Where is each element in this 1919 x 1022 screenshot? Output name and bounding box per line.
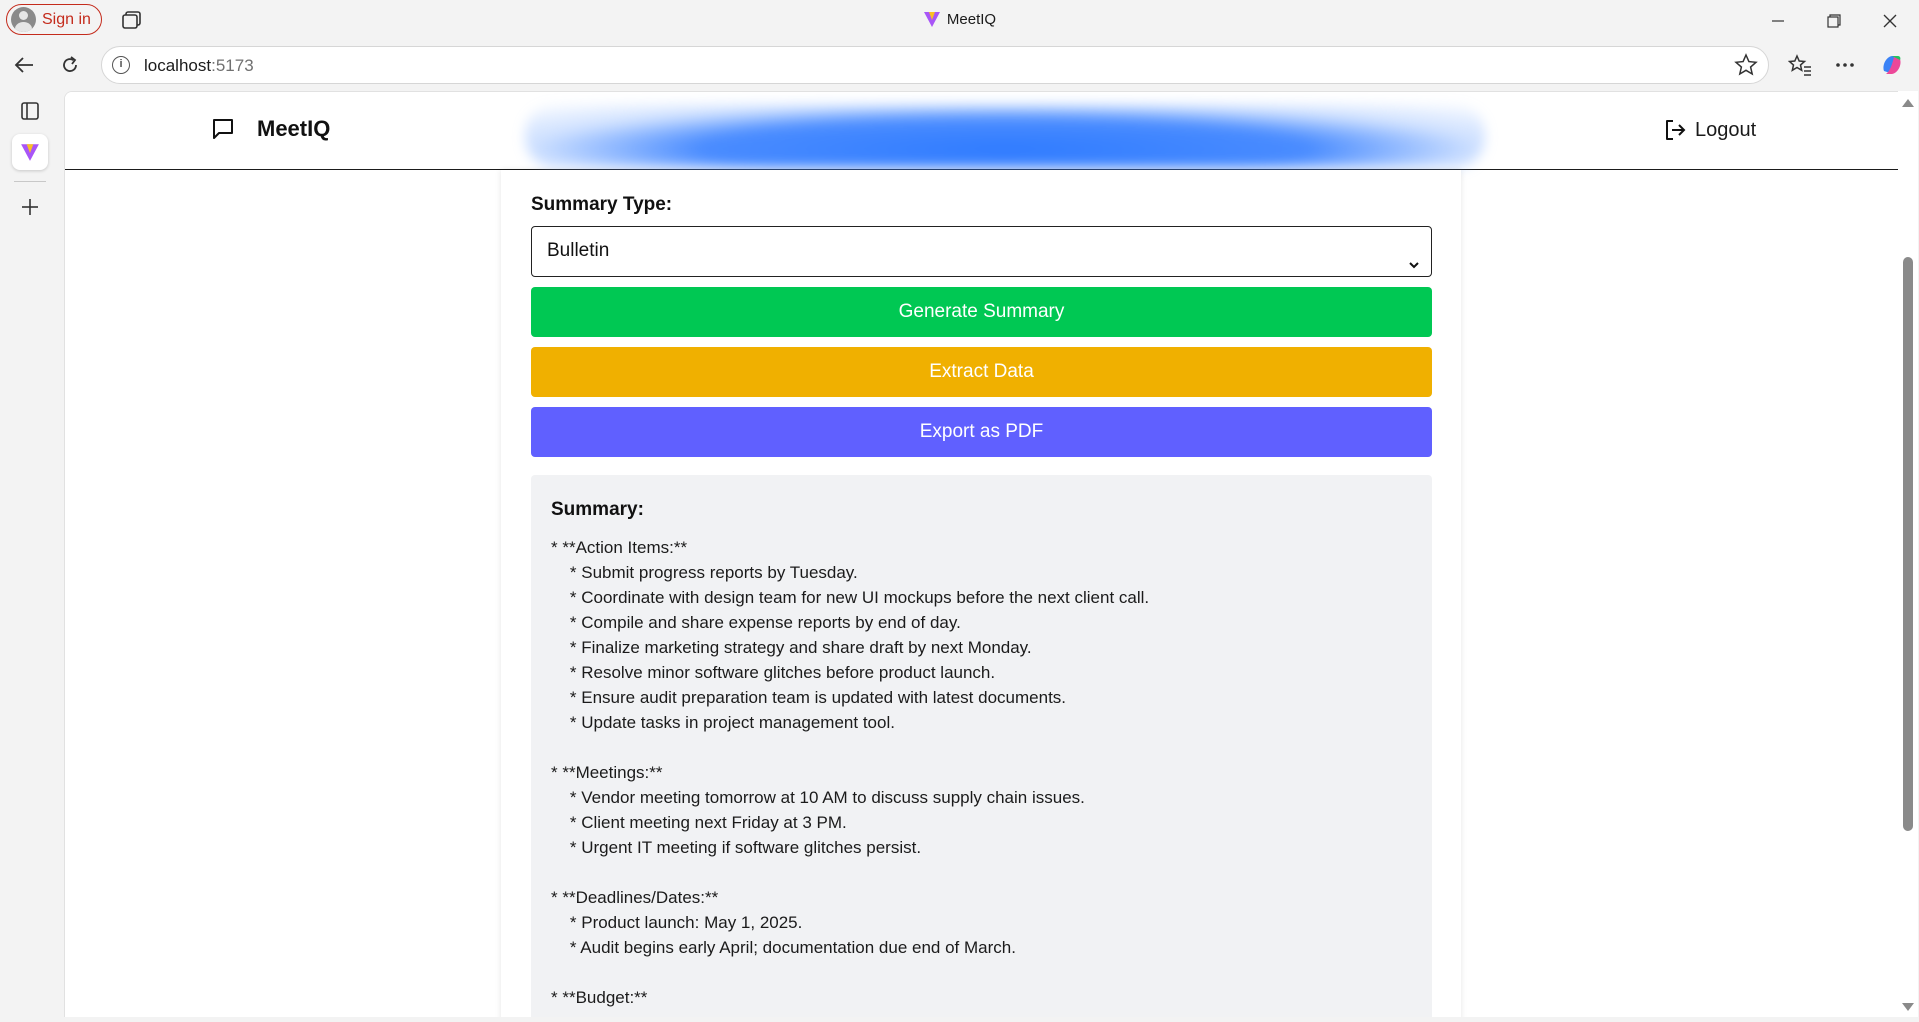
extract-data-button[interactable]: Extract Data [531,347,1432,397]
scroll-down-icon[interactable] [1902,1003,1914,1011]
summary-type-label: Summary Type: [531,194,673,215]
more-options-icon[interactable] [1829,49,1861,81]
vite-tab-icon [21,144,39,161]
summary-panel: Summary: * **Action Items:** * Submit pr… [531,475,1432,1017]
close-window-icon[interactable] [1862,0,1918,41]
summary-card: Summary Type: Bulletin Generate Summary … [501,170,1461,1017]
favorites-icon[interactable] [1784,49,1816,81]
logout-icon [1666,120,1686,140]
window-title-text: MeetIQ [946,11,997,28]
header-glow-decoration [525,104,1485,168]
summary-title: Summary: [551,499,644,520]
generate-summary-button[interactable]: Generate Summary [531,287,1432,337]
chevron-down-icon [1407,243,1421,291]
chat-bubble-icon [213,119,233,139]
vite-logo-icon [923,10,941,32]
scroll-up-icon[interactable] [1902,99,1914,107]
app-header: MeetIQ Logout [65,92,1898,170]
page-scrollbar[interactable] [1898,91,1918,1017]
favorite-star-icon[interactable] [1734,53,1758,82]
page-viewport: MeetIQ Logout Summary Type: Bulletin Gen… [64,91,1898,1017]
window-title: MeetIQ [0,10,1919,32]
tab-meetiq[interactable] [12,134,48,170]
summary-text: * **Action Items:** * Submit progress re… [551,538,1150,1007]
logout-label: Logout [1695,118,1757,141]
browser-title-bar: Sign in MeetIQ [0,0,1919,41]
site-info-icon[interactable]: i [112,56,130,74]
tab-panel-icon[interactable] [12,93,48,129]
address-bar[interactable]: i localhost:5173 [101,46,1769,84]
copilot-icon[interactable] [1876,49,1908,81]
summary-type-value: Bulletin [547,240,610,261]
back-arrow-icon[interactable] [8,49,40,81]
refresh-icon[interactable] [54,49,86,81]
export-pdf-button[interactable]: Export as PDF [531,407,1432,457]
summary-type-select[interactable]: Bulletin [531,226,1432,277]
vertical-tab-strip [0,89,60,1022]
new-tab-icon[interactable] [12,189,48,225]
logout-button[interactable]: Logout [1663,118,1756,142]
navigation-bar: i localhost:5173 [0,41,1919,89]
tab-separator [14,181,46,182]
brand[interactable]: MeetIQ [211,116,330,142]
brand-name: MeetIQ [257,116,331,141]
restore-icon[interactable] [1806,0,1862,41]
minimize-icon[interactable] [1750,0,1806,41]
window-bottom-edge [0,1017,1919,1022]
url-text: localhost:5173 [144,56,254,75]
scrollbar-thumb[interactable] [1903,257,1913,831]
